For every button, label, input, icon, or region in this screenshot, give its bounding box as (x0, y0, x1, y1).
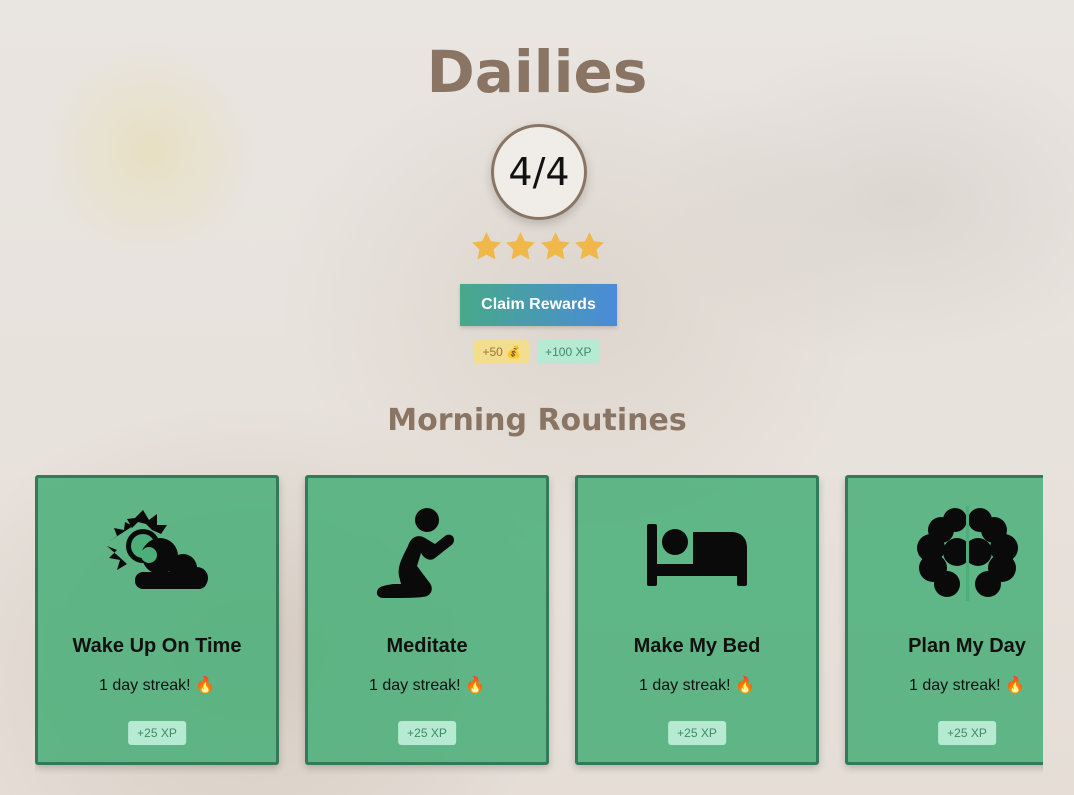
section-title: Morning Routines (387, 403, 687, 438)
star-icon (506, 232, 536, 260)
star-icon (472, 232, 501, 260)
reward-badges: +50 💰 +100 XP (0, 340, 1074, 364)
sun-cloud-icon (38, 506, 276, 601)
brain-icon (848, 506, 1043, 601)
star-icon (540, 232, 570, 260)
star-rating (470, 230, 606, 263)
routine-name: Meditate (386, 635, 468, 657)
routine-name: Make My Bed (633, 635, 761, 657)
page-title: Dailies (426, 38, 648, 106)
claim-rewards-button[interactable]: Claim Rewards (460, 284, 617, 326)
routine-card-wake-up[interactable]: Wake Up On Time 1 day streak! 🔥 +25 XP (35, 475, 279, 765)
progress-counter-text: 4/4 (508, 150, 570, 194)
routine-cards: Wake Up On Time 1 day streak! 🔥 +25 XP M… (35, 475, 1043, 775)
progress-counter: 4/4 (491, 124, 587, 220)
routine-streak: 1 day streak! 🔥 (99, 677, 215, 694)
routine-xp-badge: +25 XP (938, 721, 996, 745)
coin-reward-badge: +50 💰 (474, 340, 530, 364)
routine-xp-badge: +25 XP (128, 721, 186, 745)
routine-streak: 1 day streak! 🔥 (639, 677, 755, 694)
bed-icon (578, 506, 816, 601)
star-icon (575, 232, 604, 260)
routine-xp-badge: +25 XP (668, 721, 726, 745)
routine-streak: 1 day streak! 🔥 (369, 677, 485, 694)
praying-person-icon (308, 506, 546, 601)
dailies-panel: Dailies 4/4 Claim Rewards +50 💰 +100 XP … (0, 0, 1074, 795)
xp-reward-badge: +100 XP (537, 340, 600, 364)
routine-card-plan-day[interactable]: Plan My Day 1 day streak! 🔥 +25 XP (845, 475, 1043, 765)
routine-name: Plan My Day (908, 635, 1026, 657)
routine-card-make-bed[interactable]: Make My Bed 1 day streak! 🔥 +25 XP (575, 475, 819, 765)
routine-card-meditate[interactable]: Meditate 1 day streak! 🔥 +25 XP (305, 475, 549, 765)
routine-xp-badge: +25 XP (398, 721, 456, 745)
routine-name: Wake Up On Time (72, 635, 242, 657)
routine-streak: 1 day streak! 🔥 (909, 677, 1025, 694)
